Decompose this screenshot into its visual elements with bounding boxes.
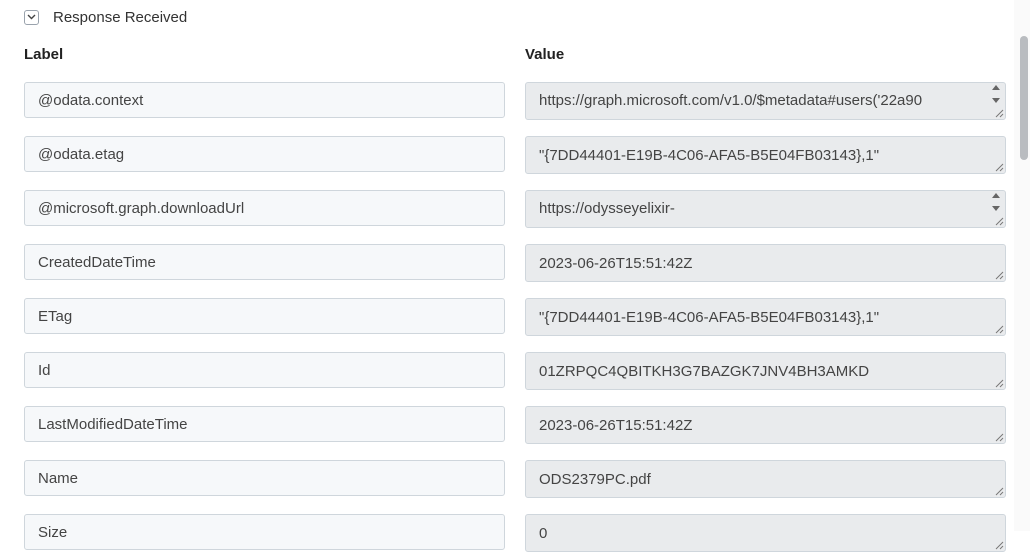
field-row: @microsoft.graph.downloadUrl https://odys… <box>0 190 1012 230</box>
field-label[interactable]: @odata.etag <box>24 136 505 172</box>
textarea-scroll-arrows[interactable] <box>990 85 1002 103</box>
field-row: CreatedDateTime 2023-06-26T15:51:42Z <box>0 244 1012 284</box>
field-row: Id 01ZRPQC4QBITKH3G7BAZGK7JNV4BH3AMKD <box>0 352 1012 392</box>
field-value-text: 01ZRPQC4QBITKH3G7BAZGK7JNV4BH3AMKD <box>539 362 870 380</box>
field-label[interactable]: LastModifiedDateTime <box>24 406 505 442</box>
resize-handle-icon[interactable] <box>994 486 1004 496</box>
field-value-text: 0 <box>539 524 548 542</box>
field-value[interactable]: https://graph.microsoft.com/v1.0/$metada… <box>525 82 1006 120</box>
field-value[interactable]: ODS2379PC.pdf <box>525 460 1006 498</box>
section-header: Response Received <box>24 6 187 28</box>
field-value-text: https://graph.microsoft.com/v1.0/$metada… <box>539 92 923 109</box>
field-value-text: 2023-06-26T15:51:42Z <box>539 254 693 272</box>
resize-handle-icon[interactable] <box>994 378 1004 388</box>
field-value[interactable]: "{7DD44401-E19B-4C06-AFA5-B5E04FB03143},… <box>525 136 1006 174</box>
field-row: LastModifiedDateTime 2023-06-26T15:51:42Z <box>0 406 1012 446</box>
field-value[interactable]: 2023-06-26T15:51:42Z <box>525 244 1006 282</box>
value-column-header: Value <box>525 46 565 63</box>
field-value-text: ODS2379PC.pdf <box>539 470 651 488</box>
field-label[interactable]: ETag <box>24 298 505 334</box>
field-label[interactable]: CreatedDateTime <box>24 244 505 280</box>
resize-handle-icon[interactable] <box>994 216 1004 226</box>
field-value-text: https://odysseyelixir- <box>539 200 675 217</box>
resize-handle-icon[interactable] <box>994 270 1004 280</box>
field-row: Size 0 <box>0 514 1012 554</box>
field-value[interactable]: 2023-06-26T15:51:42Z <box>525 406 1006 444</box>
resize-handle-icon[interactable] <box>994 324 1004 334</box>
field-label[interactable]: @microsoft.graph.downloadUrl <box>24 190 505 226</box>
resize-handle-icon[interactable] <box>994 432 1004 442</box>
field-value[interactable]: https://odysseyelixir- <box>525 190 1006 228</box>
field-row: Name ODS2379PC.pdf <box>0 460 1012 500</box>
field-row: ETag "{7DD44401-E19B-4C06-AFA5-B5E04FB031… <box>0 298 1012 338</box>
field-value-text: 2023-06-26T15:51:42Z <box>539 416 693 434</box>
field-value-text: "{7DD44401-E19B-4C06-AFA5-B5E04FB03143},… <box>539 308 880 326</box>
scroll-up-icon[interactable] <box>992 193 1000 198</box>
collapse-toggle[interactable] <box>24 9 39 25</box>
resize-handle-icon[interactable] <box>994 162 1004 172</box>
scroll-down-icon[interactable] <box>992 206 1000 211</box>
field-value[interactable]: 01ZRPQC4QBITKH3G7BAZGK7JNV4BH3AMKD <box>525 352 1006 390</box>
field-row: @odata.etag "{7DD44401-E19B-4C06-AFA5-B5E… <box>0 136 1012 176</box>
resize-handle-icon[interactable] <box>994 108 1004 118</box>
field-row: @odata.context https://graph.microsoft.co… <box>0 82 1012 122</box>
chevron-down-icon <box>27 14 36 20</box>
scroll-up-icon[interactable] <box>992 85 1000 90</box>
label-column-header: Label <box>24 46 64 63</box>
scrollbar-thumb[interactable] <box>1020 36 1028 160</box>
field-value[interactable]: 0 <box>525 514 1006 552</box>
field-value-text: "{7DD44401-E19B-4C06-AFA5-B5E04FB03143},… <box>539 146 880 164</box>
field-label[interactable]: @odata.context <box>24 82 505 118</box>
field-value[interactable]: "{7DD44401-E19B-4C06-AFA5-B5E04FB03143},… <box>525 298 1006 336</box>
field-label[interactable]: Size <box>24 514 505 550</box>
resize-handle-icon[interactable] <box>994 540 1004 550</box>
section-title: Response Received <box>53 8 188 26</box>
field-label[interactable]: Id <box>24 352 505 388</box>
field-label[interactable]: Name <box>24 460 505 496</box>
scroll-down-icon[interactable] <box>992 98 1000 103</box>
vertical-scrollbar[interactable] <box>1014 0 1030 531</box>
textarea-scroll-arrows[interactable] <box>990 193 1002 211</box>
